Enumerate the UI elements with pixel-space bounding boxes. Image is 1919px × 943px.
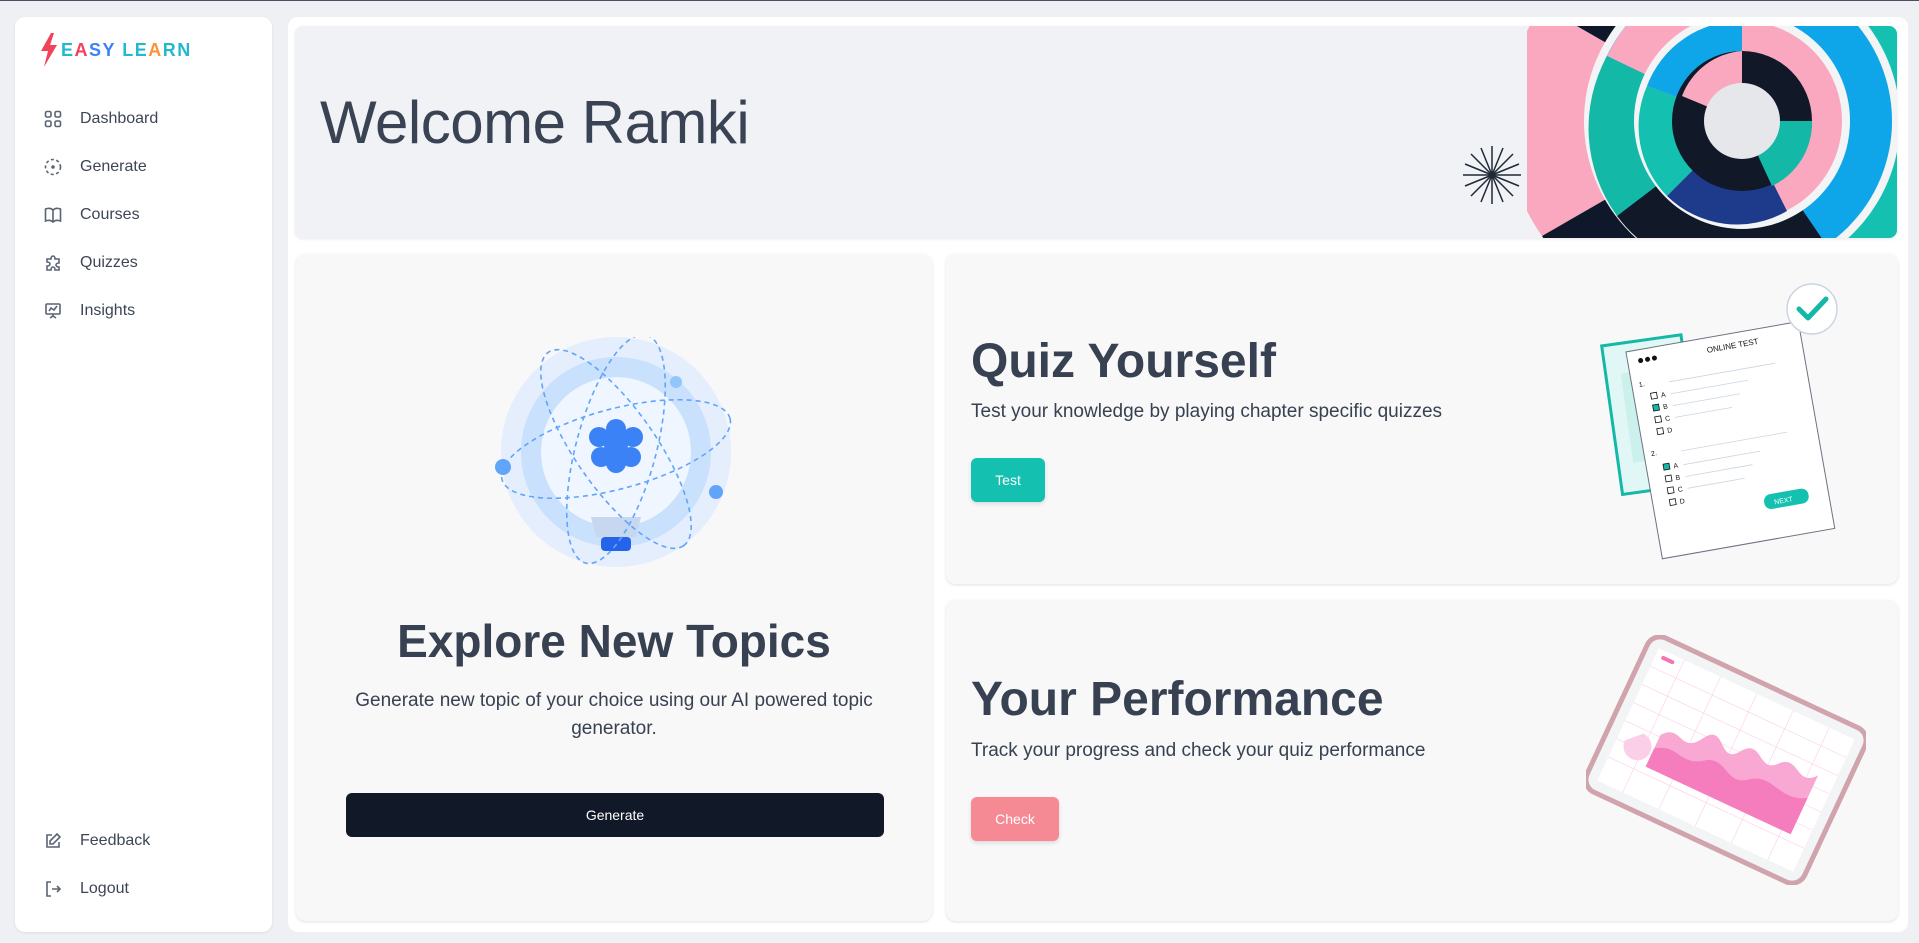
page-title: Welcome Ramki xyxy=(320,89,750,156)
performance-title: Your Performance xyxy=(971,673,1384,726)
explore-title: Explore New Topics xyxy=(397,615,831,667)
explore-description: Generate new topic of your choice using … xyxy=(355,690,873,739)
puzzle-icon xyxy=(46,255,60,271)
sidebar: EASY LEARN Dashboard Generate Courses Qu… xyxy=(15,17,272,932)
welcome-banner: Welcome Ramki xyxy=(295,26,1897,238)
book-icon xyxy=(44,207,62,224)
sidebar-item-label: Courses xyxy=(80,206,140,223)
edit-icon xyxy=(46,832,62,848)
brand-logo[interactable]: EASY LEARN xyxy=(39,33,192,67)
sidebar-nav: Dashboard Generate Courses Quizzes Insig… xyxy=(15,95,272,335)
lightbulb-atom-illustration xyxy=(495,337,732,567)
check-button[interactable]: Check xyxy=(971,797,1059,841)
sidebar-item-label: Insights xyxy=(80,302,136,319)
sidebar-item-dashboard[interactable]: Dashboard xyxy=(15,95,272,143)
quiz-description: Test your knowledge by playing chapter s… xyxy=(971,401,1443,422)
starburst-icon xyxy=(1463,146,1521,204)
sidebar-item-quizzes[interactable]: Quizzes xyxy=(15,239,272,287)
sidebar-item-generate[interactable]: Generate xyxy=(15,143,272,191)
logout-icon xyxy=(46,881,62,897)
sidebar-item-label: Quizzes xyxy=(80,254,138,271)
presentation-chart-icon xyxy=(45,303,61,319)
grid-icon xyxy=(44,110,62,128)
dashed-circle-icon xyxy=(44,158,62,176)
performance-description: Track your progress and check your quiz … xyxy=(971,740,1426,761)
sidebar-item-feedback[interactable]: Feedback xyxy=(15,817,272,865)
sidebar-item-insights[interactable]: Insights xyxy=(15,287,272,335)
sidebar-item-label: Dashboard xyxy=(80,110,159,127)
bolt-icon xyxy=(41,33,57,67)
sidebar-bottom-nav: Feedback Logout xyxy=(15,817,272,913)
your-performance-card: Your Performance Track your progress and… xyxy=(946,600,1898,921)
sidebar-item-label: Feedback xyxy=(80,832,151,849)
sidebar-item-label: Logout xyxy=(80,880,129,897)
online-test-illustration: ONLINE TEST 1. A B C D 2. A B C D NEXT xyxy=(1600,283,1838,560)
generate-button[interactable]: Generate xyxy=(346,793,884,837)
explore-topics-card: Explore New Topics Generate new topic of… xyxy=(296,254,932,921)
main-content: Welcome Ramki Explore New Topics Generat… xyxy=(288,17,1908,932)
quiz-title: Quiz Yourself xyxy=(971,335,1276,388)
brand-name: EASY LEARN xyxy=(61,39,192,60)
sidebar-item-courses[interactable]: Courses xyxy=(15,191,272,239)
sidebar-item-label: Generate xyxy=(80,158,147,175)
abstract-circles-illustration xyxy=(1527,26,1897,238)
quiz-yourself-card: Quiz Yourself Test your knowledge by pla… xyxy=(946,254,1898,584)
tablet-chart-illustration xyxy=(1586,635,1866,885)
sidebar-item-logout[interactable]: Logout xyxy=(15,865,272,913)
test-button[interactable]: Test xyxy=(971,458,1045,502)
